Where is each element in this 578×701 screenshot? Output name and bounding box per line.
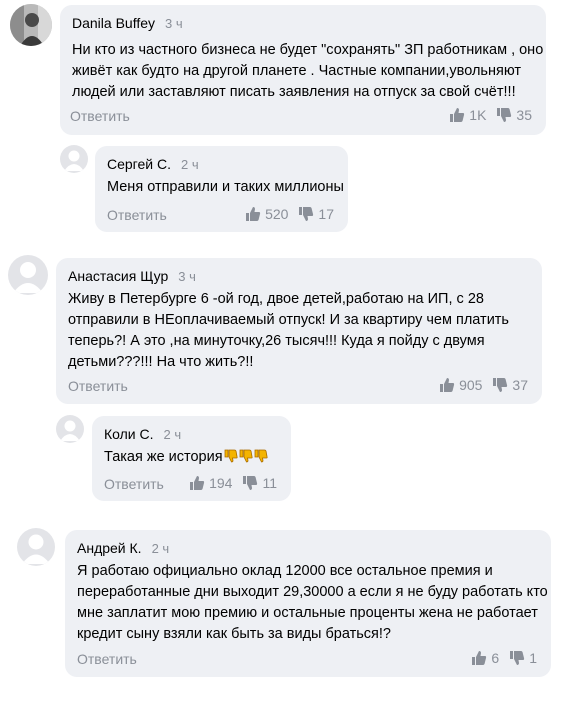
dislike-count: 11 — [262, 475, 277, 491]
reply-button[interactable]: Ответить — [70, 108, 130, 124]
avatar[interactable] — [56, 415, 84, 443]
comment-text: Такая же история — [104, 447, 268, 468]
avatar[interactable] — [60, 145, 88, 173]
comment-bubble: Анастасия Щур 3 ч Живу в Петербурге 6 -ой… — [56, 258, 542, 404]
comment-bubble: Danila Buffey 3 ч Ни кто из частного бизн… — [60, 5, 546, 135]
thumbs-down-emoji-icon — [254, 449, 268, 463]
comment-time: 2 ч — [163, 427, 182, 442]
comment-time: 3 ч — [178, 269, 196, 284]
comment-bubble: Андрей К. 2 ч Я работаю официально оклад … — [65, 530, 551, 677]
reply-button[interactable]: Ответить — [107, 207, 167, 223]
dislike-count: 17 — [318, 206, 334, 222]
dislike-count: 35 — [516, 107, 532, 123]
dislike-count: 1 — [529, 650, 537, 666]
reply-button[interactable]: Ответить — [77, 651, 137, 667]
like-icon[interactable] — [471, 650, 487, 666]
comment-author[interactable]: Сергей С. — [107, 156, 171, 172]
avatar[interactable] — [17, 528, 55, 566]
comment-author[interactable]: Danila Buffey — [72, 15, 155, 31]
like-count: 520 — [265, 206, 289, 222]
dislike-icon[interactable] — [492, 377, 508, 393]
like-count: 1K — [469, 107, 487, 123]
like-icon[interactable] — [189, 475, 205, 491]
comment-bubble: Коли С. 2 ч Такая же история Ответить 194… — [92, 416, 291, 501]
reply-button[interactable]: Ответить — [104, 476, 164, 492]
avatar[interactable] — [10, 4, 52, 46]
comment-time: 2 ч — [180, 157, 199, 172]
comment-author[interactable]: Андрей К. — [77, 540, 142, 556]
dislike-count: 37 — [512, 377, 528, 393]
comment-bubble: Сергей С. 2 ч Меня отправили и таких милл… — [95, 146, 348, 232]
dislike-icon[interactable] — [242, 475, 258, 491]
comment-text: Живу в Петербурге 6 -ой год, двое детей,… — [68, 291, 509, 370]
like-count: 194 — [209, 475, 233, 491]
comment-author[interactable]: Анастасия Щур — [68, 268, 168, 284]
comment-time: 3 ч — [165, 16, 183, 31]
dislike-icon[interactable] — [509, 650, 525, 666]
comment-time: 2 ч — [151, 541, 170, 556]
avatar[interactable] — [8, 255, 48, 295]
reply-button[interactable]: Ответить — [68, 378, 128, 394]
dislike-icon[interactable] — [496, 107, 512, 123]
comment-text: Ни кто из частного бизнеса не будет "сох… — [72, 42, 544, 100]
like-icon[interactable] — [449, 107, 465, 123]
comment-text: Меня отправили и таких миллионы — [107, 179, 344, 195]
thumbs-down-emoji-icon — [224, 449, 238, 463]
comment-text: Я работаю официально оклад 12000 все ост… — [77, 563, 548, 642]
comment-author[interactable]: Коли С. — [104, 426, 154, 442]
like-count: 6 — [491, 650, 500, 666]
like-count: 905 — [459, 377, 483, 393]
dislike-icon[interactable] — [298, 206, 314, 222]
like-icon[interactable] — [439, 377, 455, 393]
like-icon[interactable] — [245, 206, 261, 222]
thumbs-down-emoji-icon — [239, 449, 253, 463]
